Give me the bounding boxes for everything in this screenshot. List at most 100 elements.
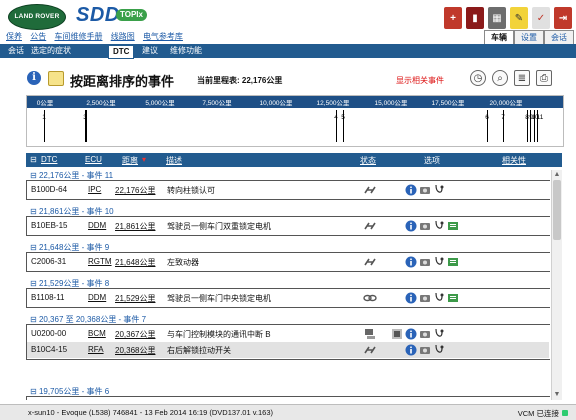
table-row[interactable]: B1108-11 DDM 21,529公里 驾驶员一侧车门中央锁定电机 — [27, 290, 549, 306]
pinpoint-test-icon[interactable] — [433, 184, 445, 196]
table-row[interactable]: C2006-31 RGTM 21,648公里 左致动器 — [27, 254, 549, 270]
table-row[interactable]: B10C4-15 RFA 20,368公里 右后解锁拉动开关 — [27, 342, 549, 358]
tab-session[interactable]: 会话 — [544, 30, 574, 44]
camera-icon[interactable] — [419, 220, 431, 232]
info-icon[interactable] — [405, 184, 417, 196]
subtab-dtc[interactable]: DTC — [108, 45, 135, 59]
timeline-event-label: 6 — [485, 114, 489, 121]
ecu-link[interactable]: DDM — [88, 221, 106, 230]
camera-icon[interactable] — [419, 184, 431, 196]
distance-link[interactable]: 21,861公里 — [115, 221, 155, 232]
col-description[interactable]: 描述 — [166, 155, 182, 166]
pinpoint-test-icon[interactable] — [433, 256, 445, 268]
tab-vehicle[interactable]: 车辆 — [484, 30, 514, 44]
event-group-box — [26, 396, 550, 400]
nav-link-bulletins[interactable]: 公告 — [30, 32, 46, 41]
status-broken-link-icon — [364, 222, 376, 230]
document-icon[interactable] — [447, 292, 459, 304]
pinpoint-test-icon[interactable] — [433, 292, 445, 304]
dtc-code: B1108-11 — [31, 293, 65, 302]
subtab-service-functions[interactable]: 维修功能 — [166, 45, 206, 57]
camera-icon[interactable] — [419, 292, 431, 304]
calendar-icon[interactable]: ▦ — [488, 7, 506, 29]
clock-icon[interactable]: ◷ — [470, 70, 486, 86]
distance-link[interactable]: 20,368公里 — [115, 345, 155, 356]
info-icon[interactable] — [405, 292, 417, 304]
ecu-link[interactable]: IPC — [88, 185, 101, 194]
battery-icon[interactable]: ▮ — [466, 7, 484, 29]
main-tabs: 车辆 设置 会话 — [484, 30, 574, 44]
tab-settings[interactable]: 设置 — [514, 30, 544, 44]
print-icon[interactable]: ⎙ — [536, 70, 552, 86]
info-icon[interactable] — [405, 220, 417, 232]
land-rover-logo: LAND ROVER — [8, 4, 66, 30]
camera-icon[interactable] — [419, 328, 431, 340]
notepad-icon[interactable] — [48, 71, 64, 86]
exit-icon[interactable]: ⇥ — [554, 7, 572, 29]
timeline-tick: 5,000公里 — [145, 100, 175, 107]
timeline-event-label: 3 — [83, 114, 87, 121]
event-group-box: B1108-11 DDM 21,529公里 驾驶员一侧车门中央锁定电机 — [26, 288, 550, 308]
dtc-description: 转向柱锁认可 — [167, 186, 215, 195]
timeline-tick: 20,000公里 — [489, 100, 523, 107]
subtab-selected-symptoms[interactable]: 选定的症状 — [27, 45, 75, 57]
table-row[interactable]: B100D-64 IPC 22,176公里 转向柱锁认可 — [27, 182, 549, 198]
ecu-link[interactable]: RFA — [88, 345, 104, 354]
info-icon[interactable] — [405, 344, 417, 356]
dtc-description: 驾驶员一侧车门中央锁定电机 — [167, 294, 271, 303]
info-icon[interactable] — [405, 256, 417, 268]
collapse-all-icon[interactable]: ⊟ — [30, 155, 37, 164]
dtc-code: B100D-64 — [31, 185, 68, 194]
event-group-box: B100D-64 IPC 22,176公里 转向柱锁认可 — [26, 180, 550, 200]
nav-link-workshop-manual[interactable]: 车间维修手册 — [54, 32, 102, 41]
col-ecu[interactable]: ECU — [85, 155, 102, 164]
note-icon[interactable]: ✎ — [510, 7, 528, 29]
nav-link-wiring[interactable]: 线路图 — [111, 32, 135, 41]
vehicle-diagnostics-icon[interactable]: + — [444, 7, 462, 29]
col-distance[interactable]: 距离 — [122, 155, 138, 166]
scroll-up-icon[interactable]: ▲ — [553, 171, 561, 179]
pinpoint-test-icon[interactable] — [433, 344, 445, 356]
nav-link-maintenance[interactable]: 保养 — [6, 32, 22, 41]
document-icon[interactable] — [447, 256, 459, 268]
distance-link[interactable]: 22,176公里 — [115, 185, 155, 196]
col-status[interactable]: 状态 — [360, 155, 376, 166]
distance-link[interactable]: 21,529公里 — [115, 293, 155, 304]
scroll-down-icon[interactable]: ▼ — [553, 391, 561, 399]
table-row[interactable]: U0200-00 BCM 20,367公里 与车门控制模块的通讯中断 B — [27, 326, 549, 342]
pinpoint-test-icon[interactable] — [433, 220, 445, 232]
subtab-session[interactable]: 会话 — [4, 45, 28, 57]
table-row[interactable]: B10EB-15 DDM 21,861公里 驾驶员一侧车门双重锁定电机 — [27, 218, 549, 234]
pinpoint-test-icon[interactable] — [433, 328, 445, 340]
camera-icon[interactable] — [419, 344, 431, 356]
distance-link[interactable]: 20,367公里 — [115, 329, 155, 340]
col-dtc[interactable]: DTC — [41, 155, 57, 164]
distance-link[interactable]: 21,648公里 — [115, 257, 155, 268]
expand-icon: ⊟ — [30, 207, 39, 216]
toolbar-icons: + ▮ ▦ ✎ ✓ ⇥ — [444, 4, 572, 32]
list-scrollbar[interactable]: ▲ ▼ — [551, 170, 562, 400]
info-icon[interactable]: i — [27, 71, 41, 85]
info-icon[interactable] — [405, 328, 417, 340]
nav-link-electrical-ref[interactable]: 电气参考库 — [143, 32, 183, 41]
network-diagram-icon[interactable] — [391, 328, 403, 340]
column-header: ⊟ DTC ECU 距离 ▾ 描述 状态 选项 相关性 — [26, 153, 562, 167]
search-icon[interactable]: ⌕ — [492, 70, 508, 86]
vcm-status: VCM 已连接 — [518, 408, 568, 419]
ecu-link[interactable]: DDM — [88, 293, 106, 302]
page-title: 按距离排序的事件 — [70, 74, 175, 89]
ecu-link[interactable]: BCM — [88, 329, 106, 338]
subtab-recommendations[interactable]: 建议 — [138, 45, 162, 57]
topix-logo: TOPIx — [116, 9, 147, 21]
camera-icon[interactable] — [419, 256, 431, 268]
ecu-link[interactable]: RGTM — [88, 257, 112, 266]
dtc-code: U0200-00 — [31, 329, 67, 338]
show-related-events-link[interactable]: 显示相关事件 — [396, 75, 444, 86]
col-relevance[interactable]: 相关性 — [502, 155, 526, 166]
document-icon[interactable] — [447, 220, 459, 232]
checklist-icon[interactable]: ✓ — [532, 7, 550, 29]
scroll-thumb[interactable] — [553, 180, 561, 240]
list-icon[interactable]: ≣ — [514, 70, 530, 86]
timeline-tick: 2,500公里 — [86, 100, 116, 107]
dtc-code: B10EB-15 — [31, 221, 68, 230]
